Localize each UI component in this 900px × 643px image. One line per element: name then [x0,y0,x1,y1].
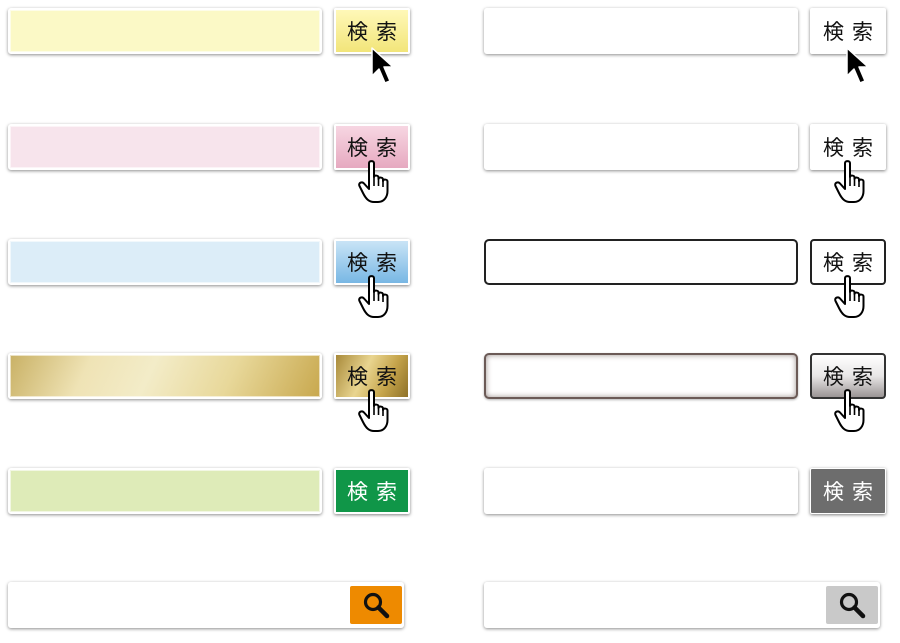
search-button-white-2[interactable]: 検索 [810,124,886,170]
search-button-blue[interactable]: 検索 [334,239,410,285]
magnifier-icon [363,592,390,619]
search-field-pink[interactable] [8,124,322,170]
search-field-white-orange[interactable] [8,582,404,628]
search-field-gold[interactable] [8,353,322,399]
search-field-green[interactable] [8,468,322,514]
search-field-white-1[interactable] [484,8,798,54]
search-button-pink[interactable]: 検索 [334,124,410,170]
search-field-white-2[interactable] [484,124,798,170]
search-button-orange[interactable] [350,586,402,624]
search-button-outlined[interactable]: 検索 [810,239,886,285]
search-field-white-gray[interactable] [484,582,880,628]
search-button-silver[interactable]: 検索 [810,353,886,399]
search-field-white-3[interactable] [484,468,798,514]
search-button-gold[interactable]: 検索 [334,353,410,399]
search-button-light-gray[interactable] [826,586,878,624]
search-field-blue[interactable] [8,239,322,285]
search-field-outlined[interactable] [484,239,798,285]
search-field-inset[interactable] [484,353,798,399]
search-button-white-1[interactable]: 検索 [810,8,886,54]
search-button-gray[interactable]: 検索 [810,468,886,514]
search-button-green[interactable]: 検索 [334,468,410,514]
search-button-yellow[interactable]: 検索 [334,8,410,54]
search-field-yellow[interactable] [8,8,322,54]
magnifier-icon [839,592,866,619]
